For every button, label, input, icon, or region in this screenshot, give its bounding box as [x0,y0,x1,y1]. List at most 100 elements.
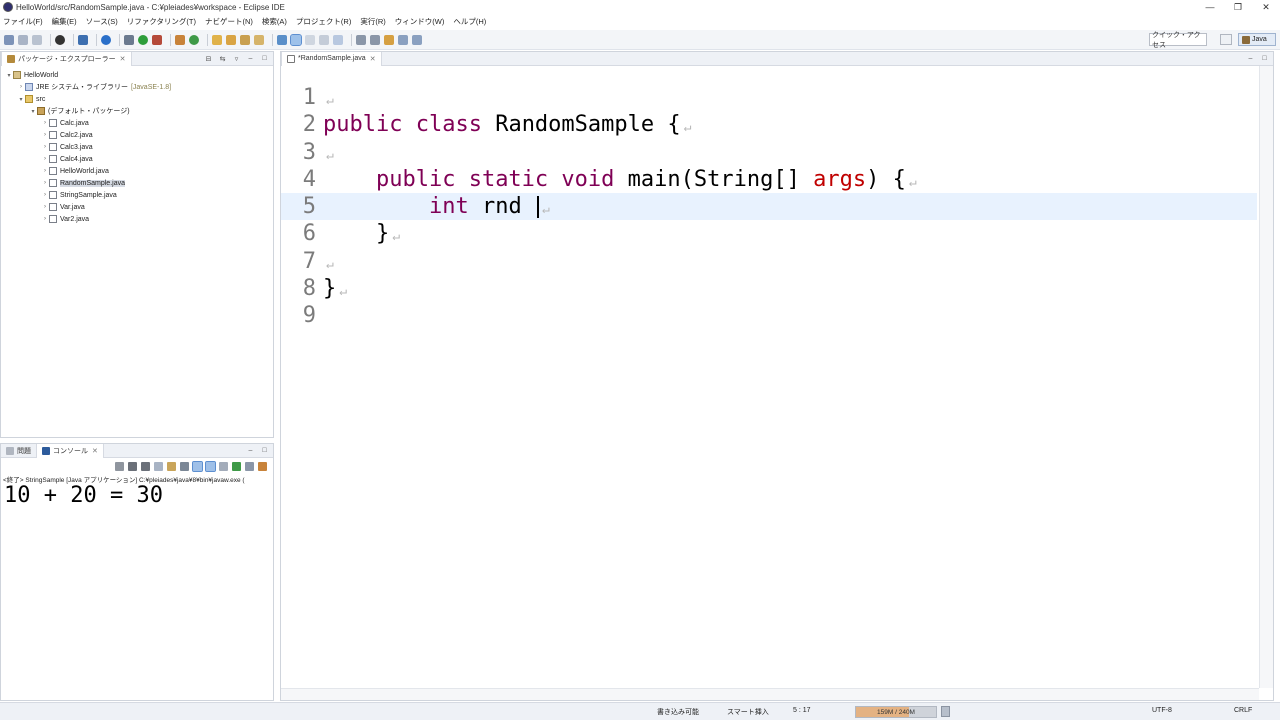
tree-item[interactable]: › Calc2.java [1,129,273,141]
new-class-icon[interactable] [189,34,199,45]
menu-edit[interactable]: 編集(E) [52,16,77,27]
new-java-project-icon[interactable] [175,34,185,45]
tree-item[interactable]: ▾ HelloWorld [1,69,273,81]
open-task-icon[interactable] [226,34,236,45]
open-console-icon[interactable] [258,461,267,471]
search-icon[interactable] [240,34,250,45]
skip-breakpoints-icon[interactable] [101,34,111,45]
pin-console-icon[interactable] [219,461,228,471]
maximize-button[interactable]: ❐ [1224,0,1252,14]
tree-item[interactable]: › Calc3.java [1,141,273,153]
toggle-breadcrumb-icon[interactable] [277,34,287,45]
external-tools-icon[interactable] [152,34,162,45]
word-wrap-icon[interactable] [167,461,176,471]
tree-item[interactable]: ▾ (デフォルト・パッケージ) [1,105,273,117]
expand-toggle-icon[interactable]: › [41,168,49,174]
tree-item[interactable]: › Var2.java [1,213,273,225]
close-button[interactable]: ✕ [1252,0,1280,14]
code-line[interactable]: 5 int rnd ↵ [281,193,1257,220]
expand-toggle-icon[interactable]: › [41,204,49,210]
expand-toggle-icon[interactable]: ▾ [5,72,13,79]
link-editor-icon[interactable]: ⇆ [218,54,227,63]
edit-icon[interactable] [254,34,264,45]
terminate-icon[interactable] [115,461,124,471]
expand-toggle-icon[interactable]: › [17,84,25,90]
tree-item[interactable]: › JRE システム・ライブラリー [JavaSE-1.8] [1,81,273,93]
open-perspective-icon[interactable] [1220,34,1232,45]
expand-toggle-icon[interactable]: ▾ [17,96,25,103]
horizontal-scrollbar[interactable] [281,688,1259,700]
expand-toggle-icon[interactable]: › [41,180,49,186]
tree-item[interactable]: › StringSample.java [1,189,273,201]
java-perspective-button[interactable]: Java [1238,33,1276,46]
tree-item[interactable]: › RandomSample.java [1,177,273,189]
tab-console[interactable]: コンソール ✕ [36,443,104,458]
last-edit-icon[interactable] [384,34,394,45]
tab-random-sample[interactable]: *RandomSample.java ✕ [281,51,382,66]
expand-toggle-icon[interactable]: › [41,156,49,162]
save-all-icon[interactable] [32,34,42,45]
heap-status[interactable]: 159M / 240M [855,706,937,718]
save-icon[interactable] [18,34,28,45]
maximize-view-icon[interactable]: □ [260,446,269,455]
close-icon[interactable]: ✕ [370,55,376,63]
menu-refactor[interactable]: リファクタリング(T) [127,16,196,27]
mark-occurrences-icon[interactable] [290,33,302,46]
show-whitespace-icon[interactable] [333,34,343,45]
maximize-view-icon[interactable]: □ [1260,54,1269,63]
minimize-button[interactable]: — [1196,0,1224,14]
minimize-view-icon[interactable]: – [1246,54,1255,63]
code-line[interactable]: 9 [281,302,1257,329]
word-wrap-icon[interactable] [319,34,329,45]
maximize-view-icon[interactable]: □ [260,54,269,63]
code-line[interactable]: 8} ↵ [281,275,1257,302]
tree-item[interactable]: › Calc4.java [1,153,273,165]
expand-toggle-icon[interactable]: › [41,216,49,222]
new-icon[interactable] [4,34,14,45]
menu-search[interactable]: 検索(A) [262,16,287,27]
show-on-output-icon[interactable] [192,460,203,472]
menu-project[interactable]: プロジェクト(R) [296,16,351,27]
previous-annotation-icon[interactable] [370,34,380,45]
menu-source[interactable]: ソース(S) [86,16,118,27]
menu-help[interactable]: ヘルプ(H) [453,16,486,27]
menu-window[interactable]: ウィンドウ(W) [395,16,445,27]
show-on-error-icon[interactable] [205,460,216,472]
tab-problems[interactable]: 問題 [1,444,36,458]
tree-item[interactable]: › HelloWorld.java [1,165,273,177]
debug-mode-icon[interactable] [55,34,65,45]
code-line[interactable]: 3 ↵ [281,139,1257,166]
block-selection-icon[interactable] [305,34,315,45]
open-type-icon[interactable] [212,34,222,45]
scroll-lock-icon[interactable] [154,461,163,471]
expand-toggle-icon[interactable]: › [41,192,49,198]
menu-run[interactable]: 実行(R) [360,16,385,27]
expand-toggle-icon[interactable]: › [41,132,49,138]
code-line[interactable]: 7 ↵ [281,248,1257,275]
minimize-view-icon[interactable]: – [246,54,255,63]
tree-item[interactable]: › Calc.java [1,117,273,129]
close-icon[interactable]: ✕ [92,447,98,455]
terminal-icon[interactable] [78,34,88,45]
code-line[interactable]: 4 public static void main(String[] args)… [281,166,1257,193]
forward-icon[interactable] [412,34,422,45]
vertical-scrollbar[interactable] [1259,66,1273,688]
expand-toggle-icon[interactable]: › [41,120,49,126]
run-icon[interactable] [138,34,148,45]
clear-console-icon[interactable] [180,461,189,471]
code-line[interactable]: 2 public class RandomSample {↵ [281,111,1257,138]
tab-package-explorer[interactable]: パッケージ・エクスプローラー ✕ [1,51,132,66]
minimize-view-icon[interactable]: – [246,446,255,455]
view-menu-icon[interactable]: ▿ [232,54,241,63]
garbage-collect-icon[interactable] [941,706,950,717]
tree-item[interactable]: ▾ src [1,93,273,105]
menu-navigate[interactable]: ナビゲート(N) [205,16,253,27]
back-icon[interactable] [398,34,408,45]
close-icon[interactable]: ✕ [120,55,126,63]
code-line[interactable]: 1 ↵ [281,84,1257,111]
next-annotation-icon[interactable] [356,34,366,45]
remove-launch-icon[interactable] [128,461,137,471]
remove-all-icon[interactable] [141,461,150,471]
menu-file[interactable]: ファイル(F) [3,16,43,27]
code-editor[interactable]: 1 ↵ 2 public class RandomSample {↵ 3 ↵ 4 publi… [281,66,1273,700]
